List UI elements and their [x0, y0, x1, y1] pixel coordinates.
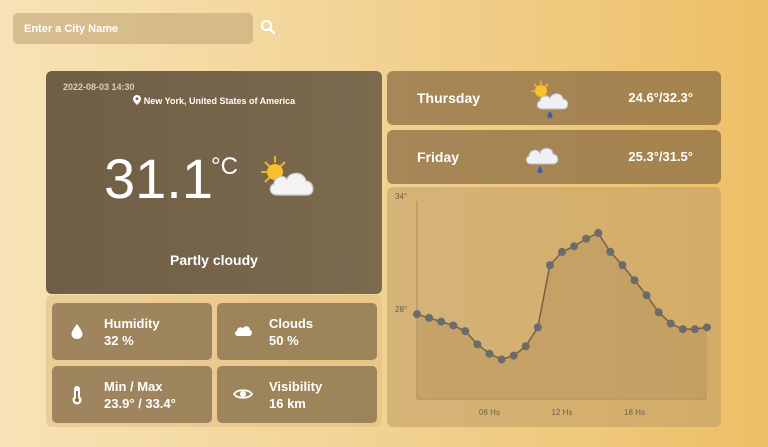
stat-value: 16 km [269, 396, 306, 411]
chart-point [654, 308, 663, 317]
temperature-unit: °C [211, 153, 238, 180]
chart-point [703, 323, 711, 332]
chart-point [642, 291, 651, 300]
chart-point [437, 317, 446, 326]
stat-value: 23.9° / 33.4° [104, 396, 176, 411]
x-tick-label: 18 Hs [624, 408, 645, 417]
chart-point [630, 276, 639, 285]
chart-point [690, 325, 699, 334]
cloud-rain-icon [521, 137, 561, 184]
chart-point [558, 247, 566, 256]
location-label: New York, United States of America [143, 96, 296, 106]
chart-point [521, 342, 530, 351]
chart-point [606, 247, 615, 256]
forecast-card-thursday: Thursday 24.6°/32.3° [387, 71, 721, 125]
chart-point [485, 349, 494, 358]
chart-point [473, 340, 482, 349]
forecast-temps: 24.6°/32.3° [628, 90, 693, 105]
stat-label: Visibility [269, 379, 323, 394]
forecast-card-friday: Friday 25.3°/31.5° [387, 130, 721, 184]
chart-point [570, 242, 579, 251]
cloud-icon [233, 322, 252, 340]
current-temperature: 31.1 [104, 147, 213, 210]
stat-label: Humidity [104, 316, 160, 331]
weather-condition: Partly cloudy [170, 252, 258, 268]
min-max-tile: Min / Max 23.9° / 33.4° [52, 366, 212, 423]
chart-point [582, 234, 591, 243]
visibility-tile: Visibility 16 km [217, 366, 377, 423]
chart-point [545, 261, 554, 270]
clouds-tile: Clouds 50 % [217, 303, 377, 360]
stat-value: 50 % [269, 333, 299, 348]
chart-point [533, 323, 542, 332]
search-input[interactable] [13, 13, 253, 44]
x-tick-label: 12 Hs [552, 408, 573, 417]
partly-cloudy-icon [259, 155, 319, 206]
chart-point [413, 310, 421, 319]
hourly-temperature-chart: 34° 28° 06 Hs 12 Hs 18 Hs [387, 187, 721, 427]
current-location: New York, United States of America [46, 95, 382, 106]
location-pin-icon [132, 95, 141, 105]
chart-point [461, 327, 470, 336]
current-weather-card: 2022-08-03 14:30 New York, United States… [46, 71, 382, 294]
humidity-drop-icon [68, 322, 86, 340]
current-datetime: 2022-08-03 14:30 [63, 82, 135, 92]
search-icon[interactable] [260, 19, 278, 37]
y-tick-label: 28° [395, 305, 407, 314]
thermometer-icon [68, 385, 86, 405]
chart-svg: 34° 28° 06 Hs 12 Hs 18 Hs [395, 192, 711, 417]
chart-point [618, 261, 627, 270]
forecast-day: Friday [417, 149, 460, 165]
chart-point [678, 325, 687, 334]
chart-point [594, 229, 603, 238]
chart-point [425, 313, 434, 322]
sun-cloud-rain-icon [528, 78, 572, 125]
humidity-tile: Humidity 32 % [52, 303, 212, 360]
chart-point [509, 351, 518, 360]
forecast-temps: 25.3°/31.5° [628, 149, 693, 164]
forecast-day: Thursday [417, 90, 481, 106]
chart-point [497, 355, 506, 364]
chart-point [666, 319, 675, 328]
eye-icon [232, 385, 254, 403]
x-tick-label: 06 Hs [479, 408, 500, 417]
chart-point [449, 321, 458, 330]
stat-value: 32 % [104, 333, 134, 348]
stat-label: Min / Max [104, 379, 163, 394]
y-tick-label: 34° [395, 192, 407, 201]
stat-label: Clouds [269, 316, 314, 331]
